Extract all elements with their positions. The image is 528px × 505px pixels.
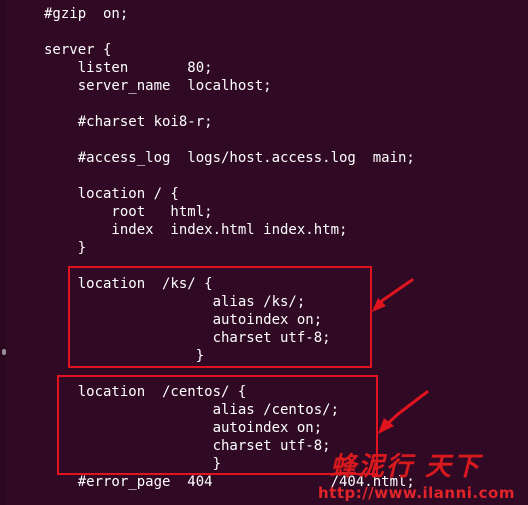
watermark-url: http://www.ilanni.com: [318, 484, 515, 502]
arrow-ks-icon: [372, 278, 414, 312]
terminal-window[interactable]: #gzip on; server { listen 80; server_name…: [0, 0, 528, 505]
scrollbar-thumb[interactable]: [2, 349, 6, 355]
config-line: server_name localhost;: [44, 78, 272, 94]
config-line: #access_log logs/host.access.log main;: [44, 150, 415, 166]
arrow-centos-icon: [378, 390, 429, 434]
config-line: listen 80;: [44, 60, 213, 76]
config-line: }: [44, 240, 87, 256]
scrollbar-track[interactable]: [0, 0, 6, 505]
highlight-box-ks: [68, 266, 372, 368]
config-line: location / {: [44, 186, 179, 202]
config-line: server {: [44, 42, 112, 58]
config-line: #charset koi8-r;: [44, 114, 213, 130]
config-line: root html;: [44, 204, 213, 220]
config-line: #gzip on;: [44, 6, 129, 22]
config-line: index index.html index.htm;: [44, 222, 348, 238]
watermark-logo-text: 蜂泥行 天下: [330, 452, 482, 482]
